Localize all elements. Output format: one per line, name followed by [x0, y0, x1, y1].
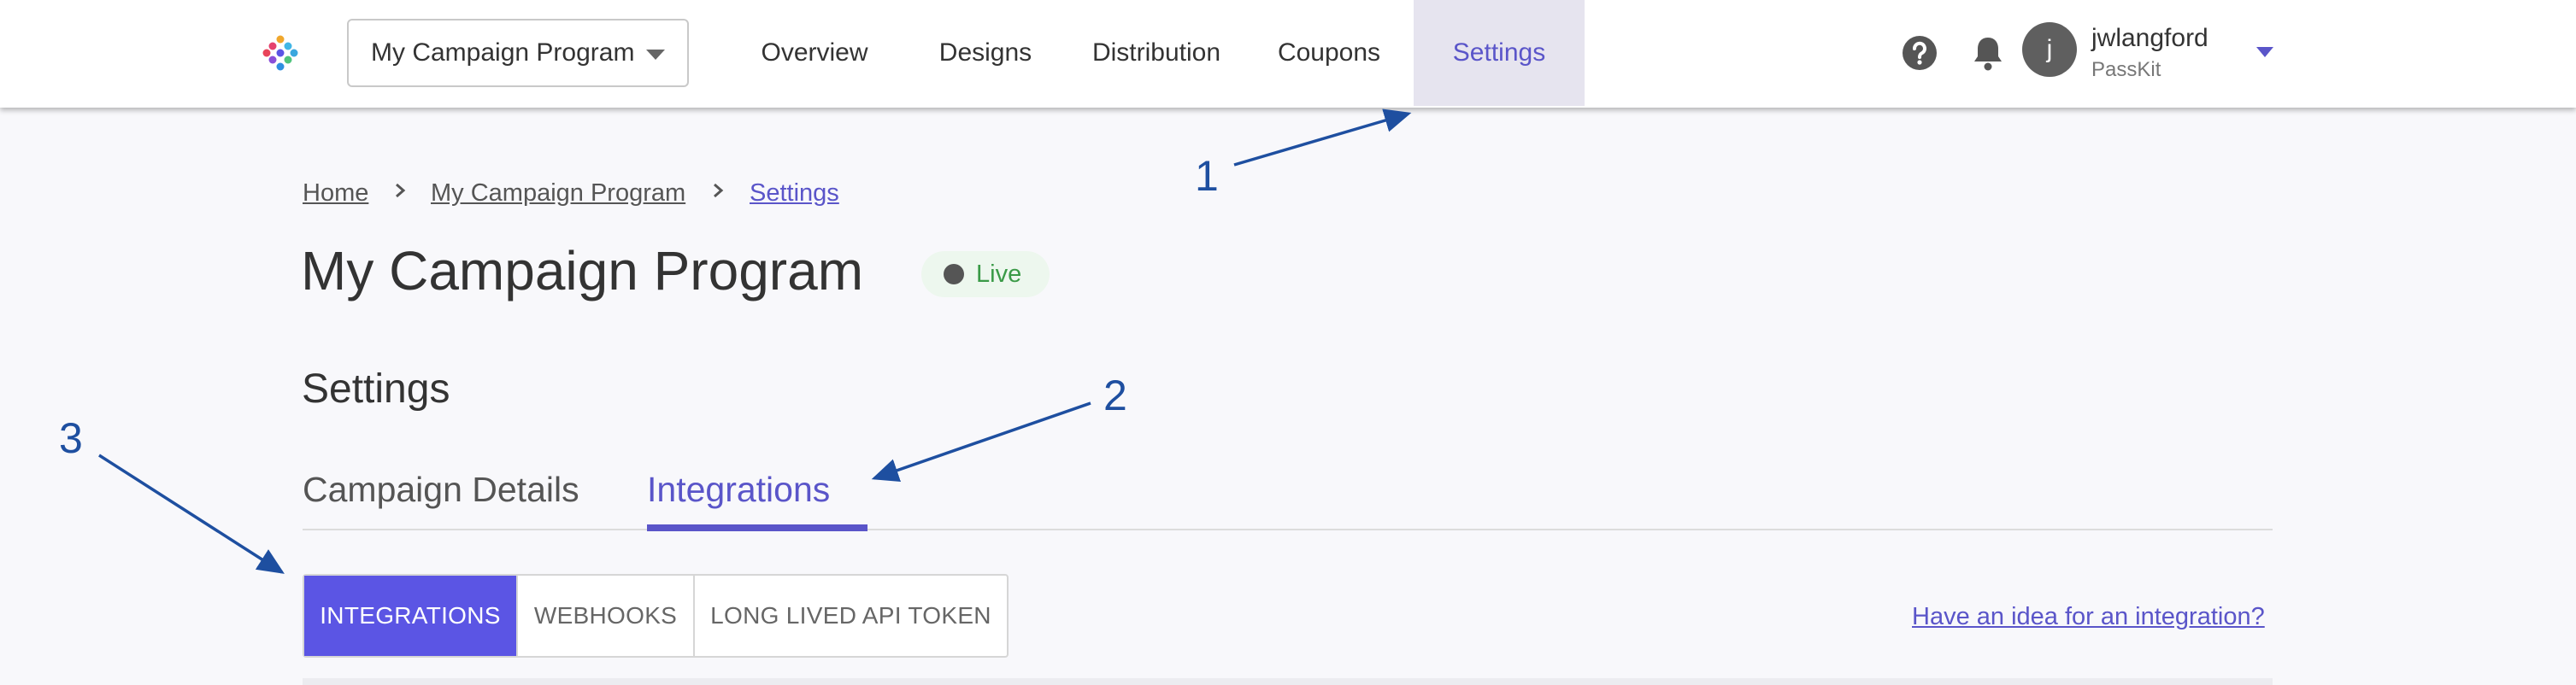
page-title: My Campaign Program — [301, 240, 863, 302]
status-dot-icon — [944, 264, 964, 284]
annotation-arrow-1 — [1233, 108, 1412, 167]
active-tab-indicator — [647, 524, 867, 531]
avatar-initial: j — [2046, 35, 2053, 63]
status-badge: Live — [921, 251, 1050, 297]
breadcrumb-program[interactable]: My Campaign Program — [431, 179, 685, 208]
breadcrumb-separator-icon — [396, 183, 406, 198]
nav-designs[interactable]: Designs — [930, 0, 1041, 106]
user-name[interactable]: jwlangford — [2091, 24, 2208, 53]
breadcrumb-home[interactable]: Home — [303, 179, 368, 208]
tab-campaign-details[interactable]: Campaign Details — [303, 470, 579, 510]
nav-overview[interactable]: Overview — [742, 0, 887, 106]
subtab-webhooks[interactable]: WEBHOOKS — [518, 576, 695, 656]
annotation-number-3: 3 — [59, 414, 83, 462]
tab-integrations[interactable]: Integrations — [647, 470, 830, 510]
integration-idea-link[interactable]: Have an idea for an integration? — [1912, 603, 2265, 631]
nav-settings[interactable]: Settings — [1414, 0, 1585, 106]
content-panel — [303, 678, 2273, 685]
chevron-down-icon — [646, 50, 665, 60]
annotation-number-1: 1 — [1195, 152, 1219, 200]
help-icon[interactable] — [1902, 35, 1938, 71]
bell-icon[interactable] — [1971, 34, 2005, 72]
subtab-integrations[interactable]: INTEGRATIONS — [304, 576, 518, 656]
program-select[interactable]: My Campaign Program — [347, 19, 689, 87]
subtab-long-lived-api-token[interactable]: LONG LIVED API TOKEN — [695, 576, 1007, 656]
user-organization: PassKit — [2091, 58, 2161, 81]
breadcrumb-current[interactable]: Settings — [750, 179, 839, 208]
tab-divider — [303, 529, 2273, 530]
user-menu-chevron-icon[interactable] — [2256, 47, 2273, 57]
integration-subtabs: INTEGRATIONS WEBHOOKS LONG LIVED API TOK… — [303, 574, 1009, 658]
section-title: Settings — [302, 366, 450, 412]
top-navigation-bar: My Campaign Program Overview Designs Dis… — [0, 0, 2576, 108]
avatar[interactable]: j — [2022, 22, 2077, 77]
annotation-arrow-3 — [98, 454, 285, 574]
status-text: Live — [976, 261, 1022, 288]
nav-coupons[interactable]: Coupons — [1268, 0, 1390, 106]
breadcrumb-separator-icon — [714, 183, 724, 198]
program-select-value: My Campaign Program — [371, 38, 635, 67]
annotation-number-2: 2 — [1103, 372, 1127, 419]
nav-distribution[interactable]: Distribution — [1084, 0, 1229, 106]
passkit-logo-icon[interactable] — [262, 34, 299, 72]
annotation-arrow-2 — [871, 401, 1091, 483]
